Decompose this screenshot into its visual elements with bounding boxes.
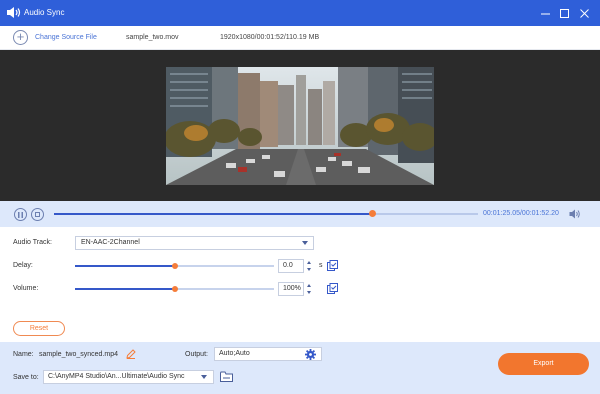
source-file-meta: 1920x1080/00:01:52/110.19 MB <box>220 34 320 41</box>
audio-sync-icon <box>7 7 21 18</box>
volume-slider-fill <box>75 288 175 290</box>
stop-button[interactable] <box>31 208 44 221</box>
add-file-icon[interactable]: + <box>13 30 28 45</box>
pause-button[interactable] <box>14 208 27 221</box>
timecode: 00:01:25.05/00:01:52.20 <box>483 210 559 217</box>
chevron-down-icon <box>302 241 308 245</box>
delay-slider-handle[interactable] <box>171 263 178 269</box>
stepper-up-icon[interactable] <box>307 284 311 287</box>
save-to-label: Save to: <box>13 374 39 381</box>
source-file-name: sample_two.mov <box>126 34 179 41</box>
output-label: Output: <box>185 351 208 358</box>
video-frame <box>166 67 434 185</box>
apply-to-all-icon[interactable] <box>327 260 338 271</box>
edit-pencil-icon[interactable] <box>126 349 136 359</box>
chevron-down-icon[interactable] <box>201 375 207 379</box>
export-button[interactable]: Export <box>498 353 589 375</box>
pause-icon <box>18 211 23 218</box>
city-street-image <box>166 67 434 185</box>
stepper-down-icon[interactable] <box>307 291 311 294</box>
seek-handle[interactable] <box>368 210 376 217</box>
delay-input[interactable]: 0.0 <box>278 259 304 273</box>
audio-track-select[interactable]: EN-AAC-2Channel <box>75 236 314 250</box>
player-controls: 00:01:25.05/00:01:52.20 <box>0 201 600 227</box>
close-button[interactable] <box>576 5 592 21</box>
stepper-down-icon[interactable] <box>307 268 311 271</box>
stepper-up-icon[interactable] <box>307 261 311 264</box>
minimize-icon <box>540 13 550 14</box>
audio-track-value: EN-AAC-2Channel <box>81 239 140 246</box>
maximize-button[interactable] <box>556 5 572 21</box>
delay-slider-fill <box>75 265 175 267</box>
close-icon <box>579 8 589 18</box>
name-label: Name: <box>13 351 34 358</box>
delay-stepper[interactable] <box>305 259 313 273</box>
file-bar: + Change Source File sample_two.mov 1920… <box>0 26 600 50</box>
maximize-icon <box>559 8 569 18</box>
stop-icon <box>35 212 40 217</box>
delay-label: Delay: <box>13 262 33 269</box>
minimize-button[interactable] <box>537 5 553 21</box>
delay-unit: s <box>319 262 323 269</box>
volume-stepper[interactable] <box>305 282 313 296</box>
reset-button[interactable]: Reset <box>13 321 65 336</box>
folder-icon[interactable] <box>220 371 233 382</box>
volume-label: Volume: <box>13 285 39 292</box>
volume-icon[interactable] <box>569 208 581 220</box>
seek-progress <box>54 213 372 215</box>
volume-input[interactable]: 100% <box>278 282 304 296</box>
change-source-file-link[interactable]: Change Source File <box>35 34 97 41</box>
title-bar: Audio Sync <box>0 0 600 26</box>
window-title: Audio Sync <box>24 8 65 17</box>
apply-to-all-icon[interactable] <box>327 283 338 294</box>
output-file-name[interactable]: sample_two_synced.mp4 <box>39 351 118 358</box>
gear-icon[interactable] <box>305 349 316 360</box>
volume-slider-handle[interactable] <box>171 286 178 292</box>
audio-track-label: Audio Track: <box>13 239 52 246</box>
save-path-field[interactable]: C:\AnyMP4 Studio\An...Ultimate\Audio Syn… <box>43 370 214 384</box>
